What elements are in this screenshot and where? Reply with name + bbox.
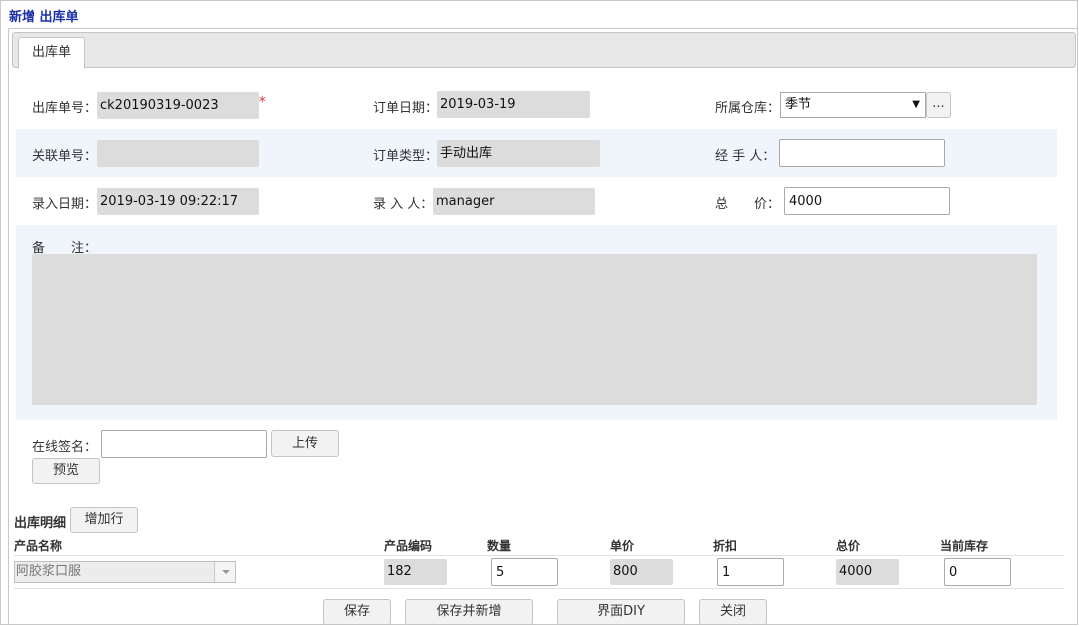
column-header: 产品编码 xyxy=(384,539,433,553)
entry-date-field: 2019-03-19 09:22:17 xyxy=(97,188,259,215)
order-date-field[interactable]: 2019-03-19 xyxy=(437,91,590,118)
upload-button[interactable]: 上传 xyxy=(271,430,339,457)
column-header: 当前库存 xyxy=(940,539,989,553)
save-button[interactable]: 保存 xyxy=(323,599,391,625)
entry-date-label: 录入日期： xyxy=(32,197,98,212)
warehouse-select[interactable]: 季节 ▼ xyxy=(780,92,926,118)
total-price-input[interactable] xyxy=(784,187,950,215)
tab-bar xyxy=(12,32,1076,68)
add-row-button[interactable]: 增加行 xyxy=(70,507,138,533)
stock-input[interactable] xyxy=(944,558,1011,586)
discount-input[interactable] xyxy=(717,558,784,586)
signature-label: 在线签名： xyxy=(32,440,98,455)
chevron-down-icon[interactable] xyxy=(214,562,235,582)
details-title: 出库明细 xyxy=(14,516,67,531)
order-date-label: 订单日期： xyxy=(373,101,439,116)
related-no-label: 关联单号： xyxy=(32,149,98,164)
handler-label: 经 手 人： xyxy=(715,149,776,164)
column-header: 单价 xyxy=(610,539,635,553)
table-divider xyxy=(14,588,1064,589)
quantity-input[interactable] xyxy=(491,558,558,586)
warehouse-picker-button[interactable]: ... xyxy=(926,92,951,118)
warehouse-value: 季节 xyxy=(785,97,812,112)
page-title: 新增 出库单 xyxy=(9,10,79,25)
tab-outbound-order[interactable]: 出库单 xyxy=(18,37,85,69)
warehouse-label: 所属仓库： xyxy=(715,101,781,116)
row-total-field: 4000 xyxy=(836,559,899,585)
column-header: 总价 xyxy=(836,539,861,553)
product-name-value: 阿胶浆口服 xyxy=(16,564,82,579)
product-name-combo[interactable]: 阿胶浆口服 xyxy=(14,561,236,583)
dropdown-arrow-icon: ▼ xyxy=(912,99,920,110)
remark-textarea[interactable] xyxy=(32,254,1037,405)
table-divider xyxy=(14,555,1064,556)
column-header: 折扣 xyxy=(713,539,738,553)
entered-by-label: 录 入 人： xyxy=(373,197,434,212)
unit-price-field: 800 xyxy=(610,559,673,585)
save-and-new-button[interactable]: 保存并新增 xyxy=(405,599,533,625)
order-type-label: 订单类型： xyxy=(373,149,439,164)
signature-input[interactable] xyxy=(101,430,267,458)
preview-button[interactable]: 预览 xyxy=(32,458,100,484)
product-code-field: 182 xyxy=(384,559,447,585)
required-mark: * xyxy=(259,95,266,110)
entered-by-field: manager xyxy=(433,188,595,215)
order-no-field: ck20190319-0023 xyxy=(97,92,259,119)
ui-diy-button[interactable]: 界面DIY xyxy=(557,599,685,625)
column-header: 产品名称 xyxy=(14,539,63,553)
order-type-field: 手动出库 xyxy=(437,140,600,167)
column-header: 数量 xyxy=(487,539,512,553)
order-no-label: 出库单号： xyxy=(32,101,98,116)
total-price-label: 总 价： xyxy=(715,197,781,212)
close-button[interactable]: 关闭 xyxy=(699,599,767,625)
handler-input[interactable] xyxy=(779,139,945,167)
related-no-field xyxy=(97,140,259,167)
